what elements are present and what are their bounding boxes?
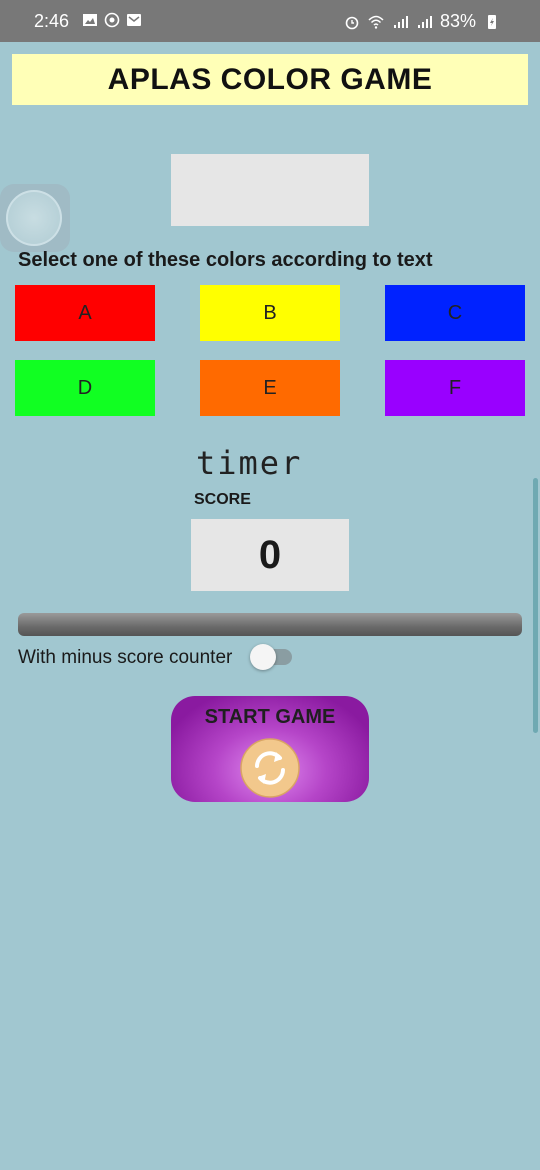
battery-percentage: 83% <box>439 11 476 31</box>
color-text-display <box>171 154 369 226</box>
start-game-button[interactable]: START GAME <box>171 696 369 802</box>
system-icons: 83% <box>344 11 500 32</box>
signal-icon <box>417 15 432 28</box>
app-title: APLAS COLOR GAME <box>12 54 528 105</box>
start-game-label: START GAME <box>204 706 336 728</box>
status-bar: 2:46 83% <box>0 0 540 42</box>
image-icon <box>83 14 97 26</box>
alarm-icon <box>345 16 359 29</box>
whatsapp-icon <box>104 12 120 28</box>
color-button-d[interactable]: D <box>15 360 155 416</box>
minus-score-toggle[interactable] <box>250 644 276 670</box>
score-value: 0 <box>191 519 349 591</box>
signal-icon <box>393 15 408 28</box>
color-button-a[interactable]: A <box>15 285 155 341</box>
notification-icons <box>82 12 142 28</box>
floating-button-knob <box>6 190 62 246</box>
timer-label: timer <box>196 444 303 482</box>
score-label: SCORE <box>194 491 251 508</box>
timer-progress-bar <box>18 613 522 636</box>
refresh-icon <box>240 738 300 798</box>
email-icon <box>127 14 141 26</box>
scrollbar[interactable] <box>533 478 538 733</box>
status-time: 2:46 <box>34 11 70 31</box>
color-button-b[interactable]: B <box>200 285 340 341</box>
color-button-c[interactable]: C <box>385 285 525 341</box>
wifi-icon <box>368 15 384 29</box>
color-button-f[interactable]: F <box>385 360 525 416</box>
instruction-text: Select one of these colors according to … <box>18 249 433 271</box>
floating-assistive-button[interactable] <box>0 184 70 252</box>
battery-icon <box>488 14 496 29</box>
color-button-e[interactable]: E <box>200 360 340 416</box>
minus-score-label: With minus score counter <box>18 647 233 668</box>
